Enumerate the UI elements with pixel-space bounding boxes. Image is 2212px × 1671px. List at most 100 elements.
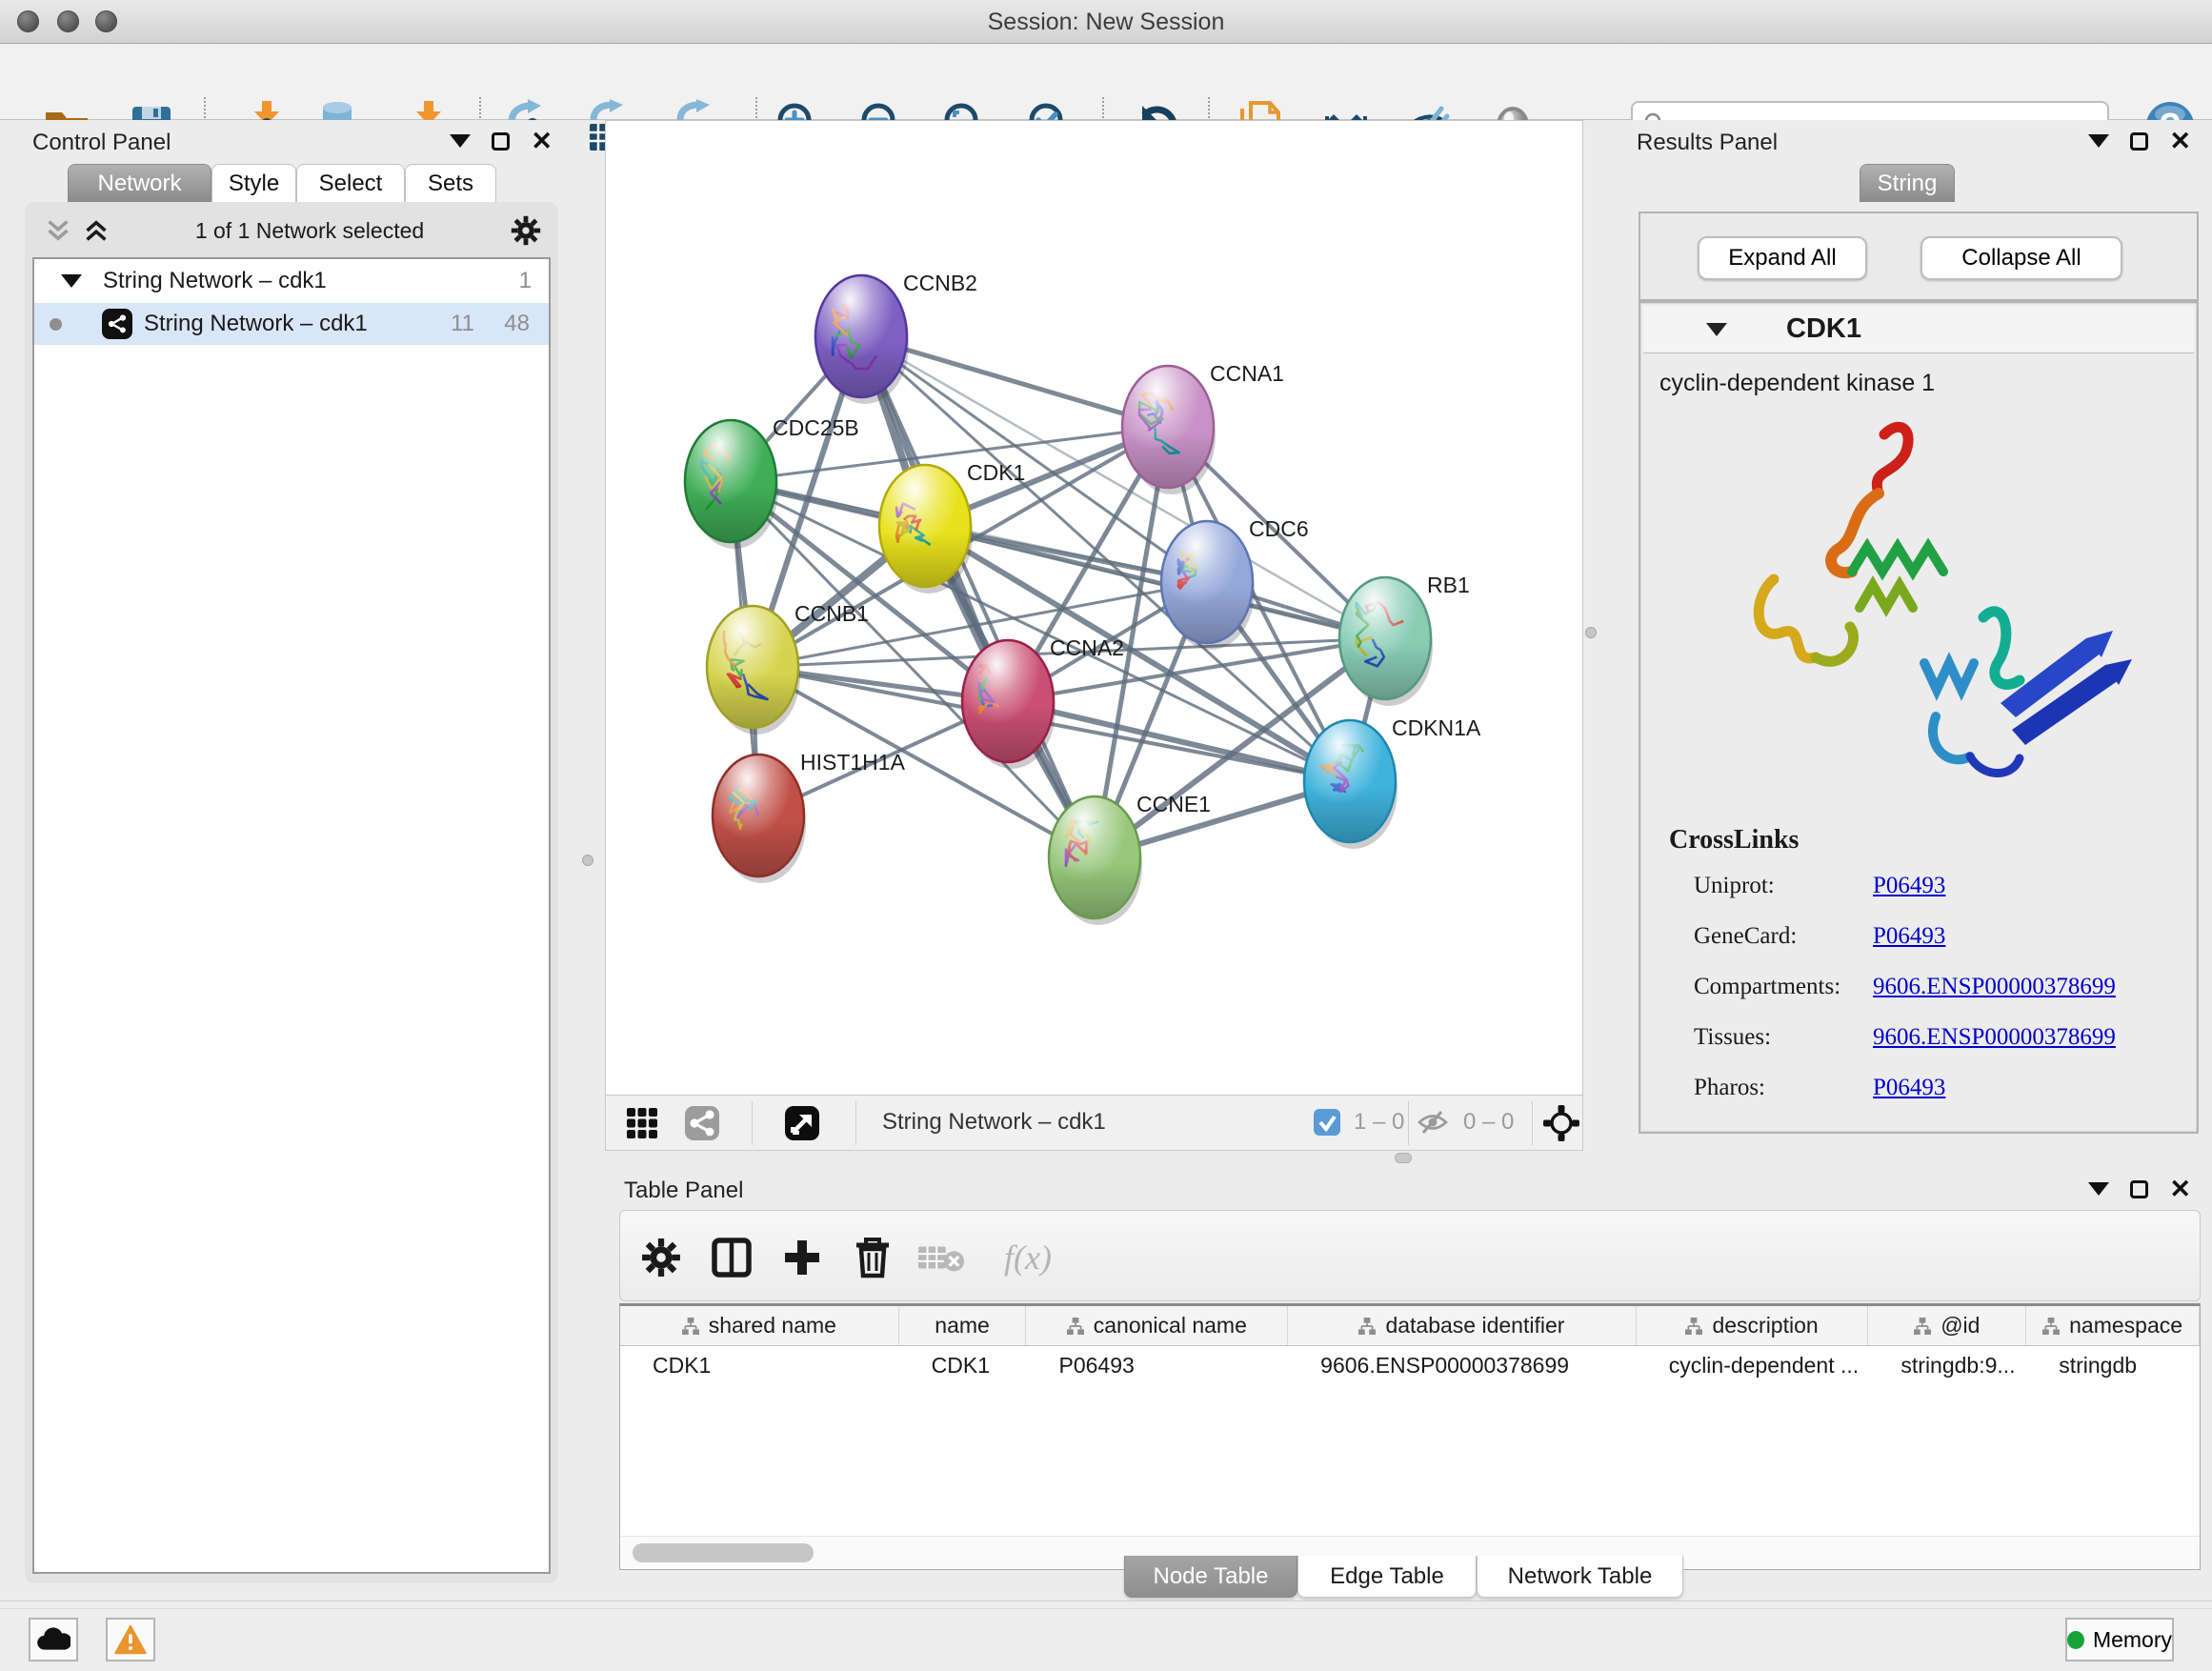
toolbar-separator [855, 1101, 856, 1145]
column-header-shared-name[interactable]: shared name [620, 1306, 899, 1345]
tab-network-table[interactable]: Network Table [1477, 1556, 1683, 1598]
delete-column-button[interactable] [849, 1234, 896, 1281]
column-header-canonical-name[interactable]: canonical name [1026, 1306, 1288, 1345]
column-header-namespace[interactable]: namespace [2026, 1306, 2200, 1345]
eye-hidden-icon [1417, 1108, 1449, 1137]
function-builder-button[interactable]: f(x) [990, 1234, 1066, 1281]
network-canvas[interactable]: CCNB2CCNA1CDC25BCDK1CDC6RB1CCNB1CCNA2CDK… [606, 121, 1582, 1095]
network-collection-row[interactable]: String Network – cdk1 1 [34, 259, 549, 303]
column-header-name[interactable]: name [899, 1306, 1027, 1345]
node-label: CCNA1 [1210, 361, 1284, 386]
warning-icon [114, 1624, 147, 1655]
detach-view-button[interactable] [782, 1103, 822, 1143]
network-node-ccne1[interactable] [1049, 796, 1142, 925]
network-node-hist1h1a[interactable] [713, 755, 806, 883]
vertical-splitter-handle[interactable] [582, 855, 593, 866]
crosslink-row: Tissues: 9606.ENSP00000378699 [1694, 1024, 1771, 1051]
network-node-rb1[interactable] [1339, 577, 1433, 706]
cloud-icon [36, 1627, 70, 1652]
float-panel-icon[interactable] [2130, 132, 2148, 151]
network-node-ccnb2[interactable] [815, 275, 909, 404]
warning-status-button[interactable] [106, 1618, 155, 1661]
network-node-ccnb1[interactable] [707, 606, 800, 735]
gear-icon[interactable] [511, 215, 541, 246]
table-toolbar: f(x) [619, 1210, 2201, 1301]
tab-node-table[interactable]: Node Table [1124, 1556, 1297, 1598]
network-edge[interactable] [861, 336, 1095, 857]
expand-all-button[interactable]: Expand All [1698, 236, 1867, 280]
chevron-double-up-icon[interactable] [84, 218, 109, 243]
table-cell[interactable]: CDK1 [620, 1346, 899, 1384]
crosslink-link[interactable]: 9606.ENSP00000378699 [1873, 1024, 2116, 1051]
chevron-double-down-icon[interactable] [46, 218, 70, 243]
float-panel-icon[interactable] [2130, 1180, 2148, 1198]
tab-select[interactable]: Select [296, 164, 405, 202]
memory-button[interactable]: Memory [2065, 1618, 2174, 1661]
tree-expand-icon[interactable] [61, 274, 82, 288]
entry-expand-icon[interactable] [1706, 323, 1727, 336]
table-cell[interactable]: cyclin-dependent ... [1637, 1346, 1869, 1384]
table-cell[interactable]: CDK1 [899, 1346, 1027, 1384]
table-header-row: shared namenamecanonical namedatabase id… [620, 1306, 2200, 1346]
table-settings-button[interactable] [637, 1234, 685, 1281]
hierarchy-icon [1067, 1318, 1084, 1335]
select-columns-button[interactable] [708, 1234, 755, 1281]
gear-icon [641, 1238, 681, 1278]
network-view-toolbar: String Network – cdk1 1 – 0 0 – 0 [606, 1095, 1582, 1150]
collapse-panel-icon[interactable] [450, 134, 471, 148]
collapse-all-button[interactable]: Collapse All [1920, 236, 2122, 280]
crosslink-link[interactable]: P06493 [1873, 1075, 1945, 1101]
birds-eye-button[interactable] [1541, 1103, 1581, 1143]
memory-label: Memory [2093, 1627, 2172, 1653]
checkbox-checked-icon [1313, 1108, 1341, 1137]
network-row-selected[interactable]: String Network – cdk1 11 48 [34, 303, 549, 345]
tab-style[interactable]: Style [211, 164, 296, 202]
crosslink-link[interactable]: P06493 [1873, 873, 1945, 899]
control-panel-header-icons: ✕ [450, 131, 553, 151]
node-label: HIST1H1A [800, 750, 906, 775]
tab-edge-table[interactable]: Edge Table [1297, 1556, 1477, 1598]
tab-network[interactable]: Network [68, 164, 211, 202]
table-cell[interactable]: P06493 [1027, 1346, 1289, 1384]
scrollbar-thumb[interactable] [633, 1543, 814, 1562]
node-entry-header[interactable]: CDK1 [1643, 306, 2194, 353]
close-panel-icon[interactable]: ✕ [2169, 131, 2191, 151]
column-header-description[interactable]: description [1637, 1306, 1869, 1345]
collection-label: String Network – cdk1 [103, 268, 327, 294]
vertical-splitter-handle[interactable] [1585, 627, 1597, 638]
memory-status-dot [2067, 1631, 2084, 1649]
table-cell[interactable]: stringdb:9... [1868, 1346, 2026, 1384]
tab-string[interactable]: String [1860, 164, 1955, 202]
network-node-ccna1[interactable] [1122, 366, 1216, 494]
table-cell[interactable]: stringdb [2026, 1346, 2200, 1384]
horizontal-splitter-handle[interactable] [1395, 1153, 1412, 1163]
close-panel-icon[interactable]: ✕ [2169, 1179, 2191, 1198]
cloud-status-button[interactable] [29, 1618, 78, 1661]
network-node-ccna2[interactable] [962, 640, 1056, 769]
selected-checkbox[interactable] [1313, 1108, 1341, 1137]
crosslink-row: GeneCard: P06493 [1694, 923, 1797, 950]
tab-sets[interactable]: Sets [405, 164, 496, 202]
columns-icon [711, 1237, 753, 1278]
crosslink-link[interactable]: P06493 [1873, 923, 1945, 950]
collapse-panel-icon[interactable] [2088, 1182, 2109, 1196]
table-row[interactable]: CDK1CDK1P064939606.ENSP00000378699cyclin… [620, 1346, 2200, 1384]
hierarchy-icon [682, 1318, 699, 1335]
hidden-indicator[interactable] [1417, 1108, 1449, 1137]
results-panel-header-icons: ✕ [2088, 131, 2191, 151]
delete-table-button[interactable] [917, 1234, 965, 1281]
float-panel-icon[interactable] [492, 132, 510, 151]
view-network-button[interactable] [682, 1103, 722, 1143]
crosslink-link[interactable]: 9606.ENSP00000378699 [1873, 974, 2116, 1000]
column-header-database-identifier[interactable]: database identifier [1288, 1306, 1637, 1345]
close-panel-icon[interactable]: ✕ [531, 131, 553, 151]
column-header--id[interactable]: @id [1868, 1306, 2026, 1345]
add-column-button[interactable] [778, 1234, 826, 1281]
network-node-cdk1[interactable] [879, 465, 973, 594]
network-node-cdkn1a[interactable] [1304, 720, 1398, 849]
network-node-cdc25b[interactable] [685, 420, 778, 549]
collapse-panel-icon[interactable] [2088, 134, 2109, 148]
view-grid-button[interactable] [622, 1103, 662, 1143]
network-node-cdc6[interactable] [1161, 521, 1255, 650]
table-cell[interactable]: 9606.ENSP00000378699 [1288, 1346, 1637, 1384]
